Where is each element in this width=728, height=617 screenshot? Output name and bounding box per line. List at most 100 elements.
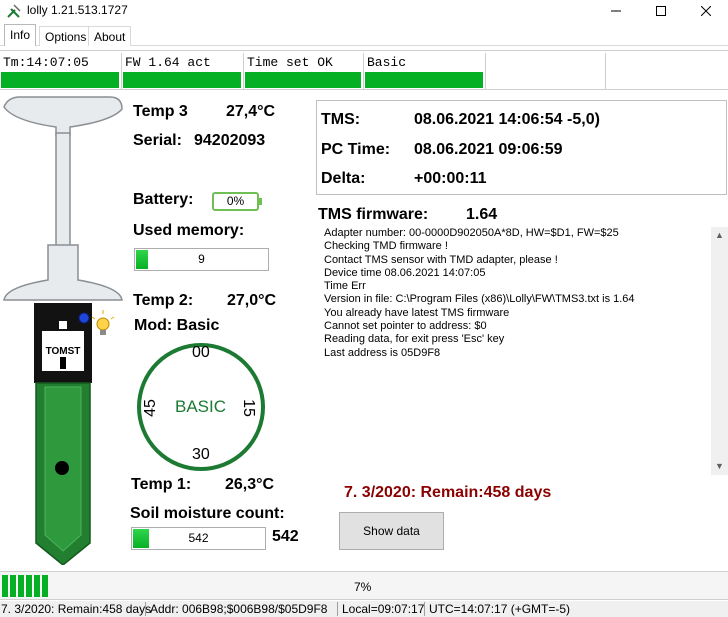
status-strip: Tm:14:07:05 FW 1.64 act Time set OK Basi… bbox=[0, 50, 728, 90]
progress-segment bbox=[42, 575, 48, 597]
strip-mode: Basic bbox=[365, 53, 485, 89]
dial-top-label: 00 bbox=[192, 344, 210, 361]
window-title: lolly 1.21.513.1727 bbox=[27, 3, 128, 17]
log-line: Version in file: C:\Program Files (x86)\… bbox=[324, 293, 635, 306]
lolly-app-icon bbox=[7, 4, 21, 18]
status-utc: UTC=14:07:17 (+GMT=-5) bbox=[429, 602, 571, 616]
delta-label: Delta: bbox=[321, 170, 366, 187]
maximize-button[interactable] bbox=[638, 0, 683, 22]
pc-time-label: PC Time: bbox=[321, 141, 391, 158]
log-line: Checking TMD firmware ! bbox=[324, 240, 448, 253]
firmware-label: TMS firmware: bbox=[318, 206, 429, 223]
strip-timeset-bar bbox=[245, 72, 361, 88]
progress-segment bbox=[34, 575, 40, 597]
status-divider bbox=[424, 602, 425, 616]
download-progress: 7% bbox=[0, 571, 728, 600]
scroll-down-icon[interactable]: ▼ bbox=[711, 458, 728, 475]
soil-value: 542 bbox=[188, 531, 209, 545]
status-divider bbox=[337, 602, 338, 616]
probe-brand-text: TOMST bbox=[46, 346, 81, 357]
mode-label: Mod: Basic bbox=[134, 317, 220, 334]
strip-divider bbox=[243, 53, 244, 89]
memory-label: Used memory: bbox=[133, 222, 245, 239]
status-remain: 7. 3/2020: Remain:458 days bbox=[1, 602, 152, 616]
progress-segment bbox=[2, 575, 8, 597]
temp3-value: 27,4°C bbox=[226, 103, 276, 120]
memory-value: 9 bbox=[198, 252, 205, 266]
scroll-up-icon[interactable]: ▲ bbox=[711, 227, 728, 244]
close-button[interactable] bbox=[683, 0, 728, 22]
serial-label: Serial: bbox=[133, 132, 182, 149]
lightbulb-icon bbox=[91, 310, 115, 335]
strip-divider bbox=[485, 53, 486, 89]
strip-timeset-label: Time set OK bbox=[247, 55, 333, 70]
close-icon bbox=[700, 6, 711, 16]
pc-time-value: 08.06.2021 09:06:59 bbox=[414, 141, 563, 158]
progress-segment bbox=[10, 575, 16, 597]
strip-firmware: FW 1.64 act bbox=[123, 53, 242, 89]
strip-divider bbox=[363, 53, 364, 89]
tms-time-panel: TMS: 08.06.2021 14:06:54 -5,0) PC Time: … bbox=[316, 100, 727, 195]
blue-led-icon bbox=[78, 312, 90, 324]
status-addr: Addr: 006B98;$006B98/$05D9F8 bbox=[150, 602, 328, 616]
show-data-button[interactable]: Show data bbox=[339, 512, 444, 550]
progress-segment bbox=[26, 575, 32, 597]
strip-firmware-label: FW 1.64 act bbox=[125, 55, 211, 70]
serial-value: 94202093 bbox=[194, 132, 266, 149]
status-bar: 7. 3/2020: Remain:458 days Addr: 006B98;… bbox=[0, 601, 728, 617]
progress-text: 7% bbox=[354, 580, 372, 594]
log-line: Cannot set pointer to address: $0 bbox=[324, 320, 487, 333]
log-line: Last address is 05D9F8 bbox=[324, 346, 441, 359]
tms-probe-image: TOMST bbox=[3, 96, 123, 565]
temp1-label: Temp 1: bbox=[131, 476, 192, 493]
strip-time: Tm:14:07:05 bbox=[1, 53, 120, 89]
firmware-value: 1.64 bbox=[466, 206, 498, 223]
maximize-icon bbox=[655, 6, 666, 16]
delta-value: +00:00:11 bbox=[414, 170, 487, 187]
tab-bar: Info Options About bbox=[0, 24, 728, 46]
strip-divider bbox=[121, 53, 122, 89]
soil-big-value: 542 bbox=[272, 528, 299, 545]
strip-mode-bar bbox=[365, 72, 483, 88]
progress-segment bbox=[18, 575, 24, 597]
tab-options[interactable]: Options bbox=[39, 26, 93, 46]
temp2-label: Temp 2: bbox=[133, 292, 194, 309]
battery-label: Battery: bbox=[133, 191, 194, 208]
battery-value: 0% bbox=[226, 194, 245, 208]
strip-timeset: Time set OK bbox=[245, 53, 363, 89]
soil-progress-fill bbox=[133, 529, 149, 548]
log-line: Adapter number: 00-0000D902050A*8D, HW=$… bbox=[324, 227, 619, 239]
strip-mode-label: Basic bbox=[367, 55, 407, 70]
status-local: Local=09:07:17 bbox=[342, 602, 425, 616]
log-scrollbar[interactable]: ▲ ▼ bbox=[711, 227, 728, 475]
battery-indicator: 0% bbox=[212, 192, 262, 211]
mode-dial: 00 15 30 45 BASIC bbox=[137, 343, 265, 471]
soil-label: Soil moisture count: bbox=[130, 505, 285, 522]
temp3-label: Temp 3 bbox=[133, 103, 188, 120]
log-line: You already have latest TMS firmware bbox=[324, 306, 510, 319]
strip-time-label: Tm:14:07:05 bbox=[3, 55, 89, 70]
memory-progress: 9 bbox=[134, 248, 269, 271]
dial-right-label: 15 bbox=[239, 399, 257, 417]
strip-firmware-bar bbox=[123, 72, 241, 88]
log-line: Device time 08.06.2021 14:07:05 bbox=[324, 266, 486, 279]
minimize-button[interactable] bbox=[593, 0, 638, 22]
dial-left-label: 45 bbox=[141, 399, 159, 417]
memory-progress-fill bbox=[136, 250, 148, 269]
tms-label: TMS: bbox=[321, 111, 361, 128]
log-line: Contact TMS sensor with TMD adapter, ple… bbox=[324, 253, 558, 266]
minimize-icon bbox=[610, 10, 621, 12]
dial-bottom-label: 30 bbox=[192, 446, 210, 463]
dial-center-label: BASIC bbox=[175, 397, 227, 416]
strip-divider bbox=[605, 53, 606, 89]
remain-text: 7. 3/2020: Remain:458 days bbox=[344, 484, 552, 501]
tab-info[interactable]: Info bbox=[4, 24, 37, 46]
log-line: Time Err bbox=[324, 280, 366, 293]
soil-progress: 542 bbox=[131, 527, 266, 550]
log-memo[interactable]: Adapter number: 00-0000D902050A*8D, HW=$… bbox=[318, 227, 710, 472]
tab-about[interactable]: About bbox=[88, 26, 132, 46]
title-bar: lolly 1.21.513.1727 bbox=[0, 0, 728, 22]
tms-value: 08.06.2021 14:06:54 -5,0) bbox=[414, 111, 600, 128]
status-divider bbox=[145, 602, 146, 616]
log-line: Reading data, for exit press 'Esc' key bbox=[324, 333, 505, 346]
